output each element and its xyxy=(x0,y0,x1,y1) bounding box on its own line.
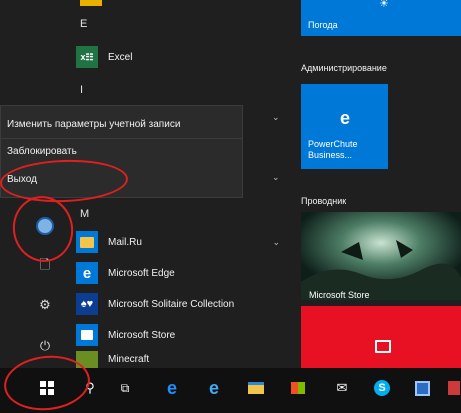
app-store[interactable]: Microsoft Store xyxy=(76,320,290,350)
app-excel[interactable]: x☷ Excel xyxy=(76,42,290,72)
app-label: Minecraft xyxy=(108,354,150,365)
file-explorer-icon[interactable] xyxy=(245,377,267,399)
account-menu: Изменить параметры учетной записи Заблок… xyxy=(0,105,243,198)
gear-icon[interactable]: ⚙ xyxy=(31,291,59,319)
cards-icon: ♠♥ xyxy=(76,293,98,315)
weather-tile[interactable]: Погода ☀ xyxy=(301,0,461,36)
edge-icon: e xyxy=(76,262,98,284)
tile-label: Погода xyxy=(308,20,338,30)
chevron-down-icon[interactable]: ⌄ xyxy=(272,172,280,183)
news-icon xyxy=(375,340,391,353)
app-label: Excel xyxy=(108,51,133,63)
section-letter-m[interactable]: M xyxy=(80,208,89,220)
app-label: Microsoft Solitaire Collection xyxy=(108,298,235,310)
sign-out-option[interactable]: Выход xyxy=(7,174,37,185)
news-tile[interactable] xyxy=(301,306,461,368)
app-minecraft[interactable]: Minecraft xyxy=(76,351,290,368)
section-letter-e[interactable]: E xyxy=(80,18,87,30)
save-disk-icon[interactable] xyxy=(411,377,433,399)
sun-icon: ☀ xyxy=(379,0,389,10)
partial-taskbar-icon[interactable] xyxy=(446,377,461,399)
change-account-settings[interactable]: Изменить параметры учетной записи xyxy=(7,119,180,130)
store-bag-icon xyxy=(76,324,98,346)
app-label: Mail.Ru xyxy=(108,236,142,248)
ie-taskbar-icon[interactable]: e xyxy=(203,377,225,399)
partial-app-icon[interactable] xyxy=(80,0,102,6)
app-edge[interactable]: e Microsoft Edge xyxy=(76,258,290,288)
tile-label: Microsoft Store xyxy=(309,290,370,300)
excel-icon: x☷ xyxy=(76,46,98,68)
group-title[interactable]: Администрирование xyxy=(301,63,387,73)
section-letter-i[interactable]: I xyxy=(80,84,83,96)
group-title[interactable]: Проводник xyxy=(301,196,346,206)
search-icon[interactable]: ⚲ xyxy=(79,377,101,399)
document-icon[interactable]: 🗋 xyxy=(31,253,59,281)
skype-icon[interactable]: S xyxy=(371,377,393,399)
app-label: Microsoft Store xyxy=(108,329,176,341)
task-view-icon[interactable]: ⧉ xyxy=(114,377,136,399)
windows-start-icon[interactable] xyxy=(36,377,58,399)
ie-icon: e xyxy=(339,108,350,128)
minecraft-icon xyxy=(76,351,98,368)
chevron-down-icon[interactable]: ⌄ xyxy=(272,112,280,123)
user-avatar-icon[interactable] xyxy=(31,212,59,240)
divider xyxy=(1,138,242,139)
windows-logo xyxy=(40,381,54,395)
store-taskbar-icon[interactable] xyxy=(287,377,309,399)
powerchute-tile[interactable]: e PowerChute Business... xyxy=(301,84,388,169)
lock-option[interactable]: Заблокировать xyxy=(7,146,77,157)
tile-label: PowerChute Business... xyxy=(308,139,358,160)
folder-icon xyxy=(76,231,98,253)
app-solitaire[interactable]: ♠♥ Microsoft Solitaire Collection xyxy=(76,289,290,319)
edge-taskbar-icon[interactable]: e xyxy=(161,377,183,399)
power-icon[interactable]: ⏻ xyxy=(31,332,59,360)
mail-icon[interactable]: ✉ xyxy=(331,377,353,399)
store-promo-image xyxy=(301,212,461,300)
app-mailru[interactable]: Mail.Ru ⌄ xyxy=(76,227,290,257)
store-tile[interactable]: Microsoft Store xyxy=(301,212,461,300)
chevron-down-icon: ⌄ xyxy=(272,236,280,247)
app-label: Microsoft Edge xyxy=(108,267,175,279)
